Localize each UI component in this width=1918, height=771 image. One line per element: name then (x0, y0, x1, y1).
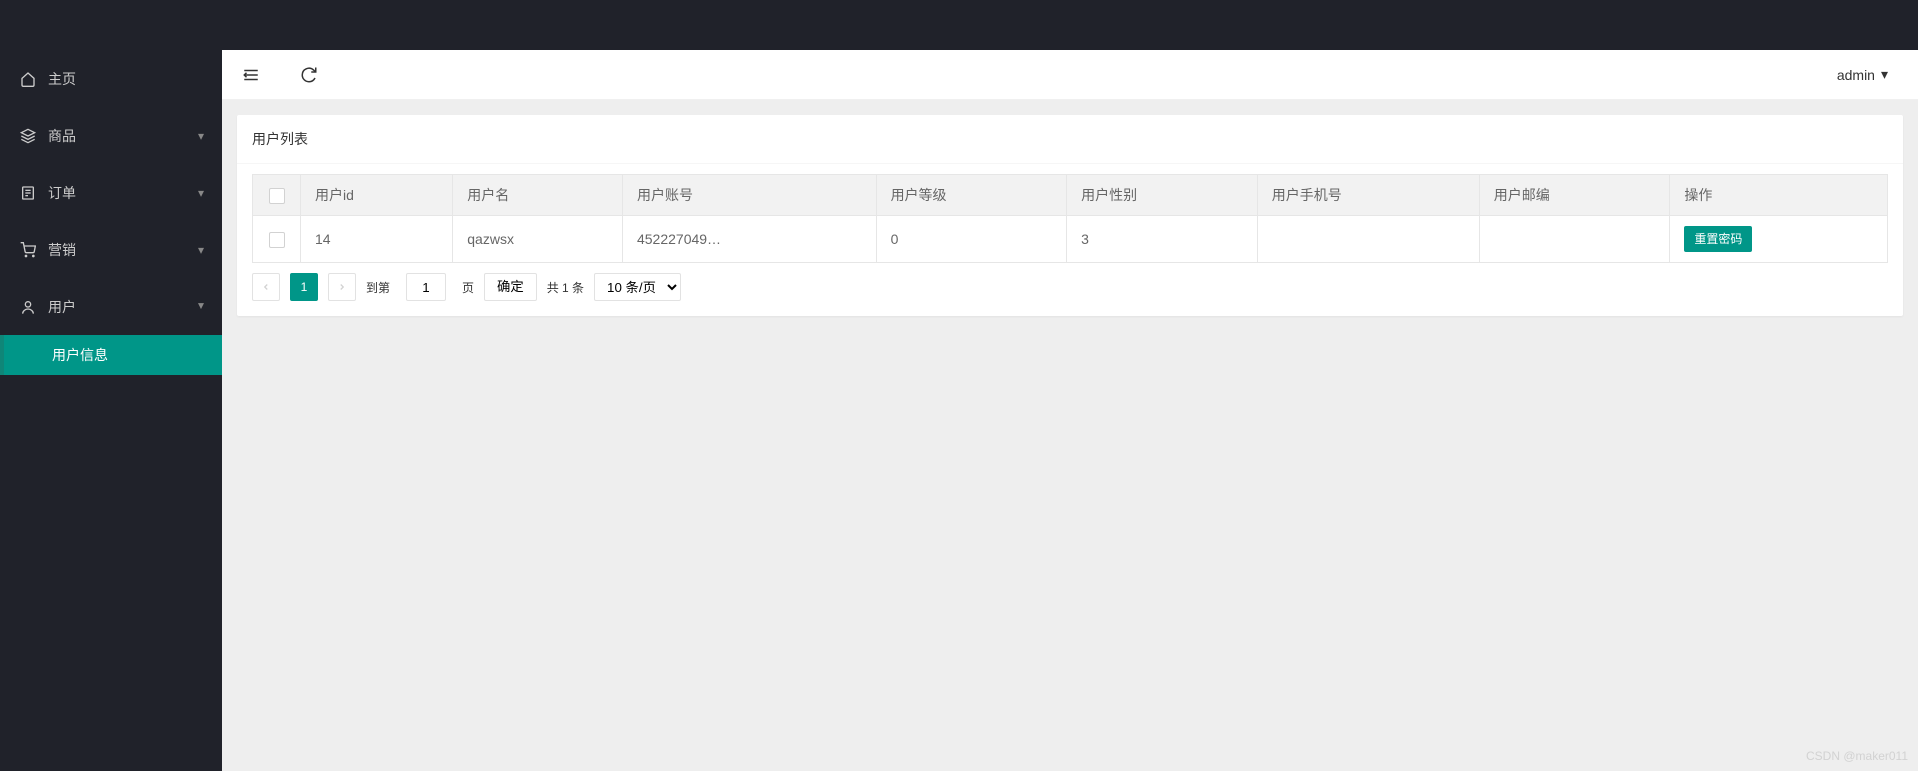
sidebar-subitem-user-info[interactable]: 用户信息 (0, 335, 222, 375)
cell-user-id: 14 (301, 216, 453, 263)
header-checkbox-cell (253, 175, 301, 216)
column-header: 用户性别 (1067, 175, 1258, 216)
cart-icon (18, 242, 38, 258)
card-body: 用户id 用户名 用户账号 用户等级 用户性别 用户手机号 用户邮编 操作 (237, 164, 1903, 316)
column-header: 用户等级 (876, 175, 1067, 216)
user-table: 用户id 用户名 用户账号 用户等级 用户性别 用户手机号 用户邮编 操作 (252, 174, 1888, 263)
column-header: 用户邮编 (1479, 175, 1670, 216)
cell-user-level: 0 (876, 216, 1067, 263)
chevron-down-icon: ▾ (198, 243, 204, 257)
goto-prefix-label: 到第 (366, 279, 390, 296)
column-header: 操作 (1670, 175, 1888, 216)
content: 用户列表 用户id 用户名 用户账号 用户等级 用户性别 用户手机号 用户邮编 (222, 100, 1918, 771)
sidebar-item-home[interactable]: 主页 (0, 50, 222, 107)
cell-actions: 重置密码 (1670, 216, 1888, 263)
table-row: 14 qazwsx 452227049… 0 3 重置密码 (253, 216, 1888, 263)
chevron-up-icon: ▴ (198, 300, 204, 314)
sidebar-item-orders[interactable]: 订单 ▾ (0, 164, 222, 221)
chevron-down-icon: ▾ (198, 186, 204, 200)
top-bar (0, 0, 1918, 50)
goto-page-input[interactable] (406, 273, 446, 301)
card: 用户列表 用户id 用户名 用户账号 用户等级 用户性别 用户手机号 用户邮编 (237, 115, 1903, 316)
sidebar-item-users[interactable]: 用户 ▴ (0, 278, 222, 335)
collapse-sidebar-button[interactable] (242, 66, 260, 84)
header-left (242, 66, 318, 84)
sidebar-item-label: 订单 (48, 183, 198, 203)
user-menu[interactable]: admin ▾ (1837, 66, 1898, 83)
next-page-button[interactable] (328, 273, 356, 301)
cell-user-postcode (1479, 216, 1670, 263)
pagination: 1 到第 页 确定 共 1 条 10 条/页 (252, 263, 1888, 301)
home-icon (18, 71, 38, 87)
sidebar-item-label: 商品 (48, 126, 198, 146)
prev-page-button[interactable] (252, 273, 280, 301)
cell-user-account: 452227049… (622, 216, 876, 263)
chevron-down-icon: ▾ (198, 129, 204, 143)
page-number-button[interactable]: 1 (290, 273, 318, 301)
goto-suffix-label: 页 (462, 279, 474, 296)
dropdown-caret-icon: ▾ (1881, 66, 1888, 83)
cell-user-phone (1257, 216, 1479, 263)
sidebar-item-marketing[interactable]: 营销 ▾ (0, 221, 222, 278)
cell-user-gender: 3 (1067, 216, 1258, 263)
header: admin ▾ (222, 50, 1918, 100)
row-checkbox-cell (253, 216, 301, 263)
total-count-label: 共 1 条 (547, 279, 584, 296)
user-icon (18, 299, 38, 315)
watermark: CSDN @maker011 (1806, 749, 1908, 763)
sidebar: 主页 商品 ▾ 订单 ▾ 营销 ▾ 用户 ▴ 用户信息 (0, 50, 222, 771)
sidebar-item-label: 营销 (48, 240, 198, 260)
column-header: 用户名 (453, 175, 623, 216)
sidebar-item-goods[interactable]: 商品 ▾ (0, 107, 222, 164)
sidebar-item-label: 主页 (48, 69, 204, 89)
column-header: 用户账号 (622, 175, 876, 216)
refresh-button[interactable] (300, 66, 318, 84)
document-icon (18, 185, 38, 201)
select-all-checkbox[interactable] (269, 188, 285, 204)
goto-confirm-button[interactable]: 确定 (484, 273, 537, 301)
cell-user-name: qazwsx (453, 216, 623, 263)
page-size-select[interactable]: 10 条/页 (594, 273, 681, 301)
main-area: admin ▾ 用户列表 用户id 用户名 用户账号 用户等级 用户性别 (222, 50, 1918, 771)
column-header: 用户手机号 (1257, 175, 1479, 216)
card-title: 用户列表 (237, 115, 1903, 164)
sidebar-item-label: 用户 (48, 297, 198, 317)
row-checkbox[interactable] (269, 232, 285, 248)
sidebar-subitem-label: 用户信息 (52, 345, 108, 365)
username-label: admin (1837, 67, 1875, 83)
table-header-row: 用户id 用户名 用户账号 用户等级 用户性别 用户手机号 用户邮编 操作 (253, 175, 1888, 216)
column-header: 用户id (301, 175, 453, 216)
layers-icon (18, 128, 38, 144)
reset-password-button[interactable]: 重置密码 (1684, 226, 1752, 252)
